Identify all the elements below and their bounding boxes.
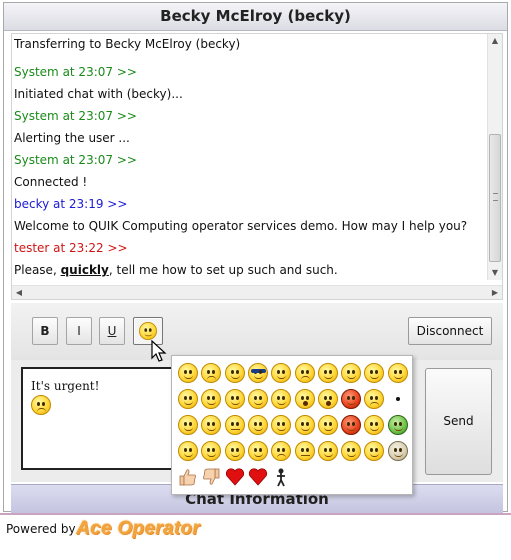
heart-icon[interactable] (225, 467, 245, 487)
frown-icon[interactable] (201, 363, 222, 383)
message: System at 23:07 >> Alerting the user ... (14, 109, 484, 153)
send-button[interactable]: Send (425, 368, 492, 475)
smile3-icon[interactable] (364, 441, 385, 461)
grin2-icon[interactable] (317, 441, 338, 461)
sleepy-icon[interactable] (201, 389, 222, 409)
smile-icon[interactable] (178, 363, 198, 383)
transcript-messages: Transferring to Becky McElroy (becky) Sy… (14, 37, 484, 285)
kiss-icon[interactable] (341, 363, 362, 383)
sad2-icon[interactable] (271, 441, 292, 461)
thumbs-down-icon[interactable] (201, 467, 221, 487)
smile-icon[interactable] (224, 363, 245, 383)
smile-icon[interactable] (317, 415, 338, 435)
message: System at 23:07 >> Initiated chat with (… (14, 65, 484, 109)
smiley-icon (139, 322, 157, 340)
smile-icon[interactable] (247, 389, 268, 409)
yawn-icon[interactable] (387, 441, 408, 461)
frown-icon (31, 395, 51, 415)
smile-icon[interactable] (271, 389, 292, 409)
laugh-icon[interactable] (387, 363, 408, 383)
chat-transcript[interactable]: Transferring to Becky McElroy (becky) Sy… (11, 33, 503, 300)
message-text-emphasis: quickly (60, 263, 109, 277)
scroll-down-arrow-icon[interactable]: ▼ (488, 266, 502, 280)
love-icon[interactable] (224, 389, 245, 409)
scrollbar-thumb[interactable] (489, 134, 501, 262)
thumbs-up-icon[interactable] (178, 467, 198, 487)
format-toolbar: B I U Disconnect (11, 303, 503, 360)
mouse-pointer-icon (151, 340, 167, 362)
neutral2-icon[interactable] (294, 441, 315, 461)
nerd-icon[interactable] (247, 415, 268, 435)
grip-icon (493, 193, 498, 201)
scroll-up-arrow-icon[interactable]: ▲ (488, 34, 502, 48)
message-header: tester at 23:22 >> (14, 241, 128, 255)
scroll-right-arrow-icon[interactable]: ▶ (488, 286, 502, 299)
powered-by-label: Powered by (6, 522, 76, 536)
grin-icon[interactable] (317, 363, 338, 383)
tongue-out-icon[interactable] (201, 441, 222, 461)
sad-icon[interactable] (364, 389, 385, 409)
neutral-icon[interactable] (224, 415, 245, 435)
message: System at 23:07 >> Connected ! (14, 153, 484, 197)
confused-icon[interactable] (178, 389, 198, 409)
scroll-left-arrow-icon[interactable]: ◀ (12, 286, 26, 299)
sick-icon[interactable] (387, 415, 408, 435)
message: becky at 23:19 >> Welcome to QUIK Comput… (14, 197, 484, 241)
message: tester at 23:22 >> Please, quickly, tell… (14, 241, 484, 285)
cool-icon[interactable] (247, 363, 268, 383)
heart-icon[interactable] (248, 467, 268, 487)
frown-face (31, 395, 51, 415)
message-text: Welcome to QUIK Computing operator servi… (14, 219, 468, 233)
stickman-icon[interactable] (271, 467, 291, 487)
emoticon-picker (171, 355, 413, 495)
message-text-part: Please, (14, 263, 61, 277)
disconnect-button[interactable]: Disconnect (408, 317, 492, 345)
transcript-intro: Transferring to Becky McElroy (becky) (14, 37, 241, 51)
tongue-icon[interactable] (271, 415, 292, 435)
worried-icon[interactable] (294, 363, 315, 383)
wave-icon[interactable] (294, 415, 315, 435)
message-header: System at 23:07 >> (14, 65, 137, 79)
wave2-icon[interactable] (178, 441, 198, 461)
message-header: System at 23:07 >> (14, 109, 137, 123)
puzzled-icon[interactable] (247, 441, 268, 461)
surprised-icon[interactable] (294, 389, 315, 409)
message-text: Initiated chat with (becky)... (14, 87, 183, 101)
message-header: System at 23:07 >> (14, 153, 137, 167)
footer: Powered by Ace Operator (0, 513, 511, 560)
underline-button[interactable]: U (99, 317, 125, 345)
dot-icon[interactable] (388, 389, 408, 409)
bold-button[interactable]: B (32, 317, 58, 345)
horizontal-scrollbar[interactable]: ◀ ▶ (12, 285, 502, 299)
shocked-icon[interactable] (317, 389, 338, 409)
message-text: Please, quickly, tell me how to set up s… (14, 263, 484, 285)
message-text-part: , tell me how to set up such and such. (108, 263, 338, 277)
smile2-icon[interactable] (341, 441, 362, 461)
angry-icon[interactable] (341, 415, 362, 435)
brand-logo[interactable]: Ace Operator (76, 518, 200, 540)
smile-icon[interactable] (271, 363, 292, 383)
smile-icon[interactable] (364, 415, 385, 435)
window-title: Becky McElroy (becky) (4, 3, 507, 31)
vertical-scrollbar[interactable]: ▲ ▼ (487, 34, 502, 280)
message-header: becky at 23:19 >> (14, 197, 128, 211)
italic-button[interactable]: I (66, 317, 92, 345)
smile-icon[interactable] (201, 415, 222, 435)
devil-icon[interactable] (341, 389, 362, 409)
message-text: Alerting the user ... (14, 131, 130, 145)
thinking-icon[interactable] (178, 415, 198, 435)
wink-icon[interactable] (364, 363, 385, 383)
silly-icon[interactable] (224, 441, 245, 461)
message-text: Connected ! (14, 175, 88, 189)
